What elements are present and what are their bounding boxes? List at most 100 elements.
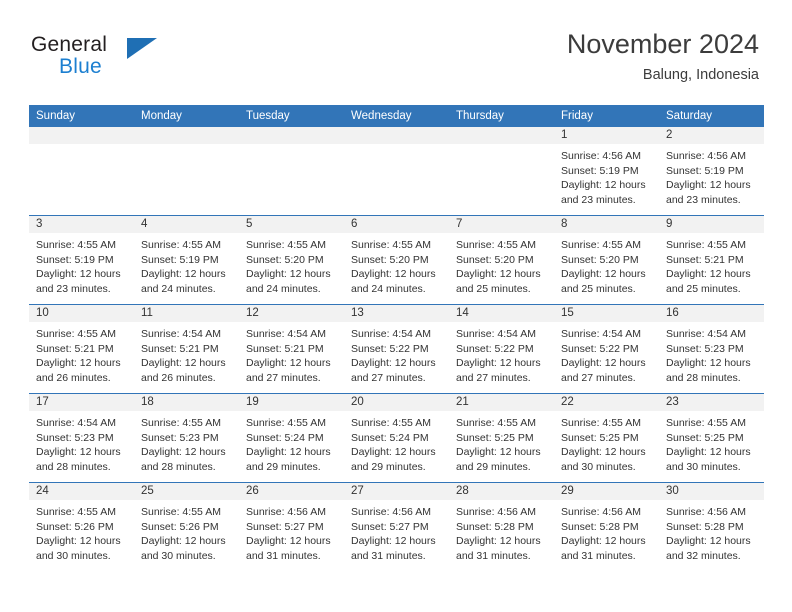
day-number: 5 [239,216,344,233]
daylight-text-line2: and 28 minutes. [141,460,216,473]
calendar-day-cell[interactable]: 17 Sunrise: 4:54 AM Sunset: 5:23 PM Dayligh… [29,393,134,483]
day-number: 23 [659,394,764,411]
calendar-day-cell[interactable]: 29 Sunrise: 4:56 AM Sunset: 5:28 PM Dayligh… [554,482,659,571]
page-header: General Blue November 2024 Balung, Indon… [0,0,792,104]
day-cell-content: 10 Sunrise: 4:55 AM Sunset: 5:21 PM Dayligh… [29,305,134,393]
day-cell-content: 4 Sunrise: 4:55 AM Sunset: 5:19 PM Daylight… [134,216,239,304]
brand-logo[interactable]: General Blue [31,33,261,91]
calendar-day-cell[interactable]: 16 Sunrise: 4:54 AM Sunset: 5:23 PM Dayligh… [659,304,764,394]
day-cell-content: 1 Sunrise: 4:56 AM Sunset: 5:19 PM Daylight… [554,127,659,215]
calendar-day-cell[interactable]: 2 Sunrise: 4:56 AM Sunset: 5:19 PM Daylight… [659,127,764,216]
sunset-text: Sunset: 5:20 PM [351,253,429,266]
daylight-text-line1: Daylight: 12 hours [561,357,646,369]
day-cell-empty [134,127,239,215]
daylight-text-line2: and 29 minutes. [351,460,426,473]
day-cell-content: 2 Sunrise: 4:56 AM Sunset: 5:19 PM Daylight… [659,127,764,215]
day-number: 10 [29,305,134,322]
calendar-day-cell[interactable]: 19 Sunrise: 4:55 AM Sunset: 5:24 PM Dayligh… [239,393,344,483]
calendar-day-cell[interactable]: 8 Sunrise: 4:55 AM Sunset: 5:20 PM Daylight… [554,215,659,305]
calendar-day-cell[interactable]: 12 Sunrise: 4:54 AM Sunset: 5:21 PM Dayligh… [239,304,344,394]
day-number: 24 [29,483,134,500]
daylight-text-line2: and 31 minutes. [561,549,636,562]
day-details: Sunrise: 4:55 AM Sunset: 5:21 PM Daylight:… [659,233,764,296]
daylight-text-line1: Daylight: 12 hours [561,446,646,458]
day-cell-content: 8 Sunrise: 4:55 AM Sunset: 5:20 PM Daylight… [554,216,659,304]
weekday-header-monday: Monday [134,105,239,127]
daylight-text-line2: and 25 minutes. [456,282,531,295]
calendar-day-cell[interactable]: 18 Sunrise: 4:55 AM Sunset: 5:23 PM Dayligh… [134,393,239,483]
calendar-day-cell[interactable]: 14 Sunrise: 4:54 AM Sunset: 5:22 PM Dayligh… [449,304,554,394]
calendar-week-row: 1 Sunrise: 4:56 AM Sunset: 5:19 PM Daylight… [29,127,764,216]
daylight-text-line1: Daylight: 12 hours [666,268,751,280]
weekday-header-saturday: Saturday [659,105,764,127]
day-cell-empty [449,127,554,215]
day-cell-content: 20 Sunrise: 4:55 AM Sunset: 5:24 PM Dayligh… [344,394,449,482]
calendar-day-cell[interactable]: 22 Sunrise: 4:55 AM Sunset: 5:25 PM Dayligh… [554,393,659,483]
day-number: 14 [449,305,554,322]
daylight-text-line1: Daylight: 12 hours [666,179,751,191]
calendar-day-cell[interactable]: 26 Sunrise: 4:56 AM Sunset: 5:27 PM Dayligh… [239,482,344,571]
sunset-text: Sunset: 5:24 PM [351,431,429,444]
day-cell-content: 14 Sunrise: 4:54 AM Sunset: 5:22 PM Dayligh… [449,305,554,393]
calendar-table: Sunday Monday Tuesday Wednesday Thursday… [29,105,764,571]
day-number: 30 [659,483,764,500]
sunrise-text: Sunrise: 4:55 AM [141,506,221,518]
day-number: 19 [239,394,344,411]
calendar-day-cell[interactable]: 4 Sunrise: 4:55 AM Sunset: 5:19 PM Daylight… [134,215,239,305]
daylight-text-line2: and 27 minutes. [246,371,321,384]
calendar-day-cell[interactable] [449,127,554,216]
calendar-day-cell[interactable]: 1 Sunrise: 4:56 AM Sunset: 5:19 PM Daylight… [554,127,659,216]
calendar-week-row: 3 Sunrise: 4:55 AM Sunset: 5:19 PM Daylight… [29,215,764,305]
sunset-text: Sunset: 5:19 PM [36,253,114,266]
sunset-text: Sunset: 5:19 PM [666,164,744,177]
sunset-text: Sunset: 5:25 PM [561,431,639,444]
sunrise-text: Sunrise: 4:55 AM [246,239,326,251]
sunrise-text: Sunrise: 4:55 AM [351,417,431,429]
day-cell-content: 21 Sunrise: 4:55 AM Sunset: 5:25 PM Dayligh… [449,394,554,482]
day-details: Sunrise: 4:56 AM Sunset: 5:19 PM Daylight:… [554,144,659,207]
day-details: Sunrise: 4:55 AM Sunset: 5:21 PM Daylight:… [29,322,134,385]
day-number: 20 [344,394,449,411]
calendar-day-cell[interactable]: 11 Sunrise: 4:54 AM Sunset: 5:21 PM Dayligh… [134,304,239,394]
calendar-day-cell[interactable] [239,127,344,216]
day-details: Sunrise: 4:55 AM Sunset: 5:26 PM Daylight:… [29,500,134,563]
calendar-day-cell[interactable]: 7 Sunrise: 4:55 AM Sunset: 5:20 PM Daylight… [449,215,554,305]
sunrise-text: Sunrise: 4:56 AM [561,150,641,162]
day-number: 16 [659,305,764,322]
calendar-day-cell[interactable]: 9 Sunrise: 4:55 AM Sunset: 5:21 PM Daylight… [659,215,764,305]
day-number [239,127,344,144]
calendar-day-cell[interactable]: 23 Sunrise: 4:55 AM Sunset: 5:25 PM Dayligh… [659,393,764,483]
calendar-day-cell[interactable]: 10 Sunrise: 4:55 AM Sunset: 5:21 PM Dayligh… [29,304,134,394]
day-details: Sunrise: 4:56 AM Sunset: 5:27 PM Daylight:… [239,500,344,563]
calendar-day-cell[interactable]: 21 Sunrise: 4:55 AM Sunset: 5:25 PM Dayligh… [449,393,554,483]
calendar-day-cell[interactable]: 24 Sunrise: 4:55 AM Sunset: 5:26 PM Dayligh… [29,482,134,571]
calendar-day-cell[interactable]: 28 Sunrise: 4:56 AM Sunset: 5:28 PM Dayligh… [449,482,554,571]
sunrise-text: Sunrise: 4:55 AM [666,239,746,251]
calendar-day-cell[interactable]: 6 Sunrise: 4:55 AM Sunset: 5:20 PM Daylight… [344,215,449,305]
sunrise-text: Sunrise: 4:55 AM [351,239,431,251]
calendar-day-cell[interactable] [134,127,239,216]
day-number [344,127,449,144]
day-number: 17 [29,394,134,411]
weekday-header-sunday: Sunday [29,105,134,127]
calendar-body: 1 Sunrise: 4:56 AM Sunset: 5:19 PM Daylight… [29,127,764,571]
triangle-icon [127,38,157,59]
calendar-day-cell[interactable]: 20 Sunrise: 4:55 AM Sunset: 5:24 PM Dayligh… [344,393,449,483]
calendar-day-cell[interactable]: 25 Sunrise: 4:55 AM Sunset: 5:26 PM Dayligh… [134,482,239,571]
calendar-day-cell[interactable]: 30 Sunrise: 4:56 AM Sunset: 5:28 PM Dayligh… [659,482,764,571]
calendar-day-cell[interactable]: 13 Sunrise: 4:54 AM Sunset: 5:22 PM Dayligh… [344,304,449,394]
daylight-text-line1: Daylight: 12 hours [456,535,541,547]
sunset-text: Sunset: 5:22 PM [456,342,534,355]
daylight-text-line1: Daylight: 12 hours [561,535,646,547]
calendar-day-cell[interactable] [344,127,449,216]
calendar-day-cell[interactable]: 27 Sunrise: 4:56 AM Sunset: 5:27 PM Dayligh… [344,482,449,571]
calendar-day-cell[interactable] [29,127,134,216]
daylight-text-line2: and 24 minutes. [141,282,216,295]
calendar-day-cell[interactable]: 5 Sunrise: 4:55 AM Sunset: 5:20 PM Daylight… [239,215,344,305]
day-number: 26 [239,483,344,500]
calendar-day-cell[interactable]: 3 Sunrise: 4:55 AM Sunset: 5:19 PM Daylight… [29,215,134,305]
day-number: 11 [134,305,239,322]
daylight-text-line2: and 24 minutes. [351,282,426,295]
calendar-day-cell[interactable]: 15 Sunrise: 4:54 AM Sunset: 5:22 PM Dayligh… [554,304,659,394]
sunset-text: Sunset: 5:21 PM [666,253,744,266]
